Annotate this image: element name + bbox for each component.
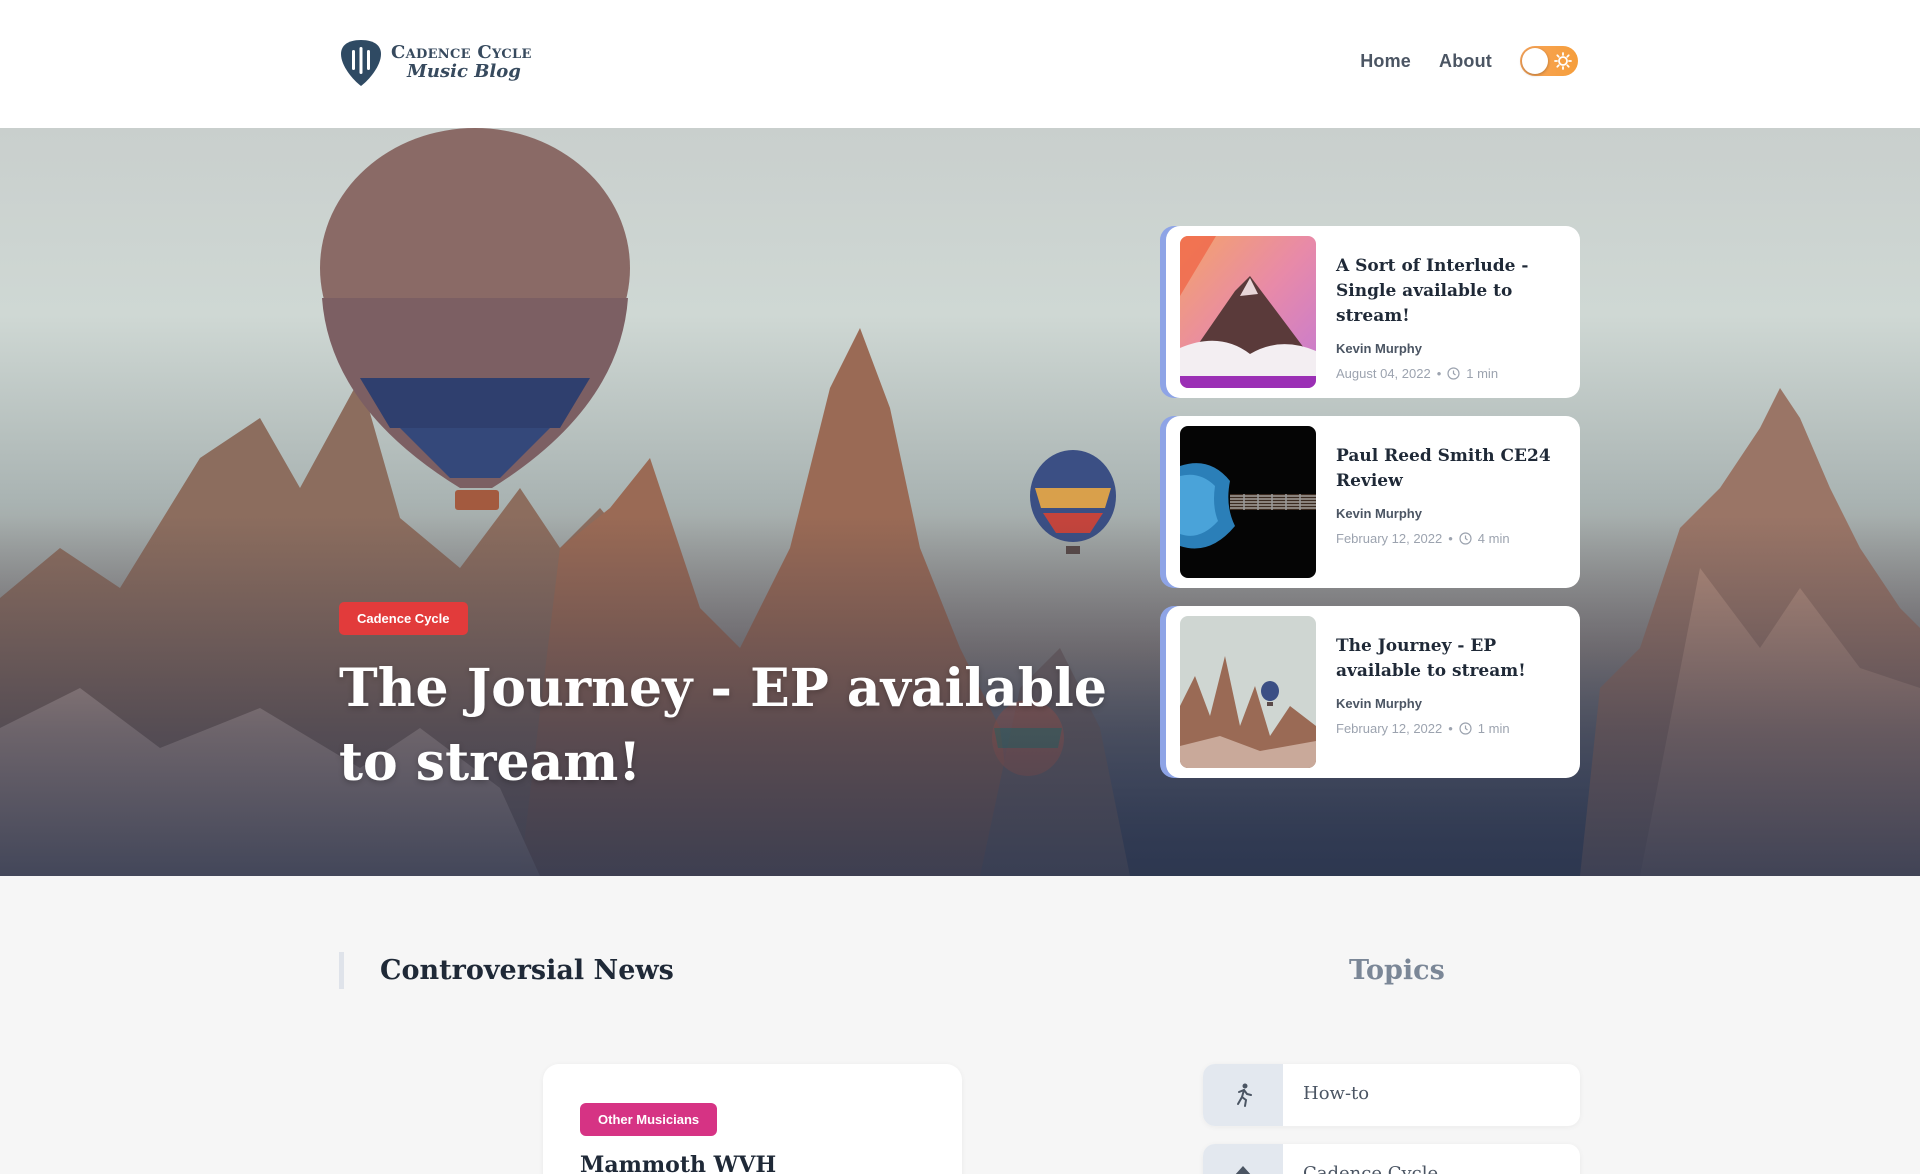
site-logo[interactable]: Cadence Cycle Music Blog xyxy=(339,38,532,88)
controversial-news-heading: Controversial News xyxy=(339,952,674,989)
post-title[interactable]: Paul Reed Smith CE24 Review xyxy=(1336,444,1568,494)
topic-item-how-to[interactable]: How-to xyxy=(1203,1064,1580,1126)
clock-icon xyxy=(1459,722,1472,735)
read-time: 1 min xyxy=(1477,721,1510,736)
news-category-badge[interactable]: Other Musicians xyxy=(580,1103,718,1136)
post-meta: February 12, 2022 • 4 min xyxy=(1336,531,1510,546)
hero-post-title[interactable]: The Journey - EP available to stream! xyxy=(339,652,1119,800)
toggle-knob xyxy=(1522,48,1548,74)
post-thumbnail-mountain xyxy=(1180,236,1316,388)
featured-post-card[interactable]: The Journey - EP available to stream! Ke… xyxy=(1166,606,1580,778)
hero-section: Cadence Cycle The Journey - EP available… xyxy=(0,128,1920,876)
sun-icon xyxy=(1554,52,1572,70)
read-time: 4 min xyxy=(1477,531,1510,546)
theme-toggle[interactable] xyxy=(1520,46,1578,76)
guitar-pick-icon xyxy=(341,40,381,86)
post-date: August 04, 2022 xyxy=(1336,366,1431,381)
post-meta: August 04, 2022 • 1 min xyxy=(1336,366,1499,381)
post-thumbnail-balloons xyxy=(1180,616,1316,768)
site-header: Cadence Cycle Music Blog Home About xyxy=(0,0,1920,128)
topic-icon-box xyxy=(1203,1144,1283,1174)
post-thumbnail-guitar xyxy=(1180,426,1316,578)
topics-heading: Topics xyxy=(1349,955,1445,986)
post-title[interactable]: The Journey - EP available to stream! xyxy=(1336,634,1568,684)
post-date: February 12, 2022 xyxy=(1336,531,1443,546)
news-post-card[interactable]: Other Musicians Mammoth WVH xyxy=(543,1064,962,1174)
featured-post-card[interactable]: Paul Reed Smith CE24 Review Kevin Murphy… xyxy=(1166,416,1580,588)
news-post-title[interactable]: Mammoth WVH xyxy=(580,1152,776,1174)
post-meta: February 12, 2022 • 1 min xyxy=(1336,721,1510,736)
featured-post-card[interactable]: A Sort of Interlude - Single available t… xyxy=(1166,226,1580,398)
logo-subtitle: Music Blog xyxy=(407,61,521,82)
topic-item-cadence-cycle[interactable]: Cadence Cycle xyxy=(1203,1144,1580,1174)
clock-icon xyxy=(1447,367,1460,380)
post-author: Kevin Murphy xyxy=(1336,506,1422,521)
read-time: 1 min xyxy=(1466,366,1499,381)
post-author: Kevin Murphy xyxy=(1336,696,1422,711)
clock-icon xyxy=(1459,532,1472,545)
nav-home-link[interactable]: Home xyxy=(1360,51,1411,72)
topic-icon-box xyxy=(1203,1064,1283,1126)
featured-post-list: A Sort of Interlude - Single available t… xyxy=(1166,226,1580,796)
post-title[interactable]: A Sort of Interlude - Single available t… xyxy=(1336,254,1568,329)
main-nav: Home About xyxy=(1360,46,1578,76)
person-running-icon xyxy=(1237,1083,1252,1107)
post-author: Kevin Murphy xyxy=(1336,341,1422,356)
hero-category-badge[interactable]: Cadence Cycle xyxy=(339,602,468,635)
topic-label: Cadence Cycle xyxy=(1303,1163,1439,1174)
nav-about-link[interactable]: About xyxy=(1439,51,1492,72)
topic-label: How-to xyxy=(1303,1083,1370,1104)
arrow-up-icon xyxy=(1235,1166,1251,1174)
post-date: February 12, 2022 xyxy=(1336,721,1443,736)
